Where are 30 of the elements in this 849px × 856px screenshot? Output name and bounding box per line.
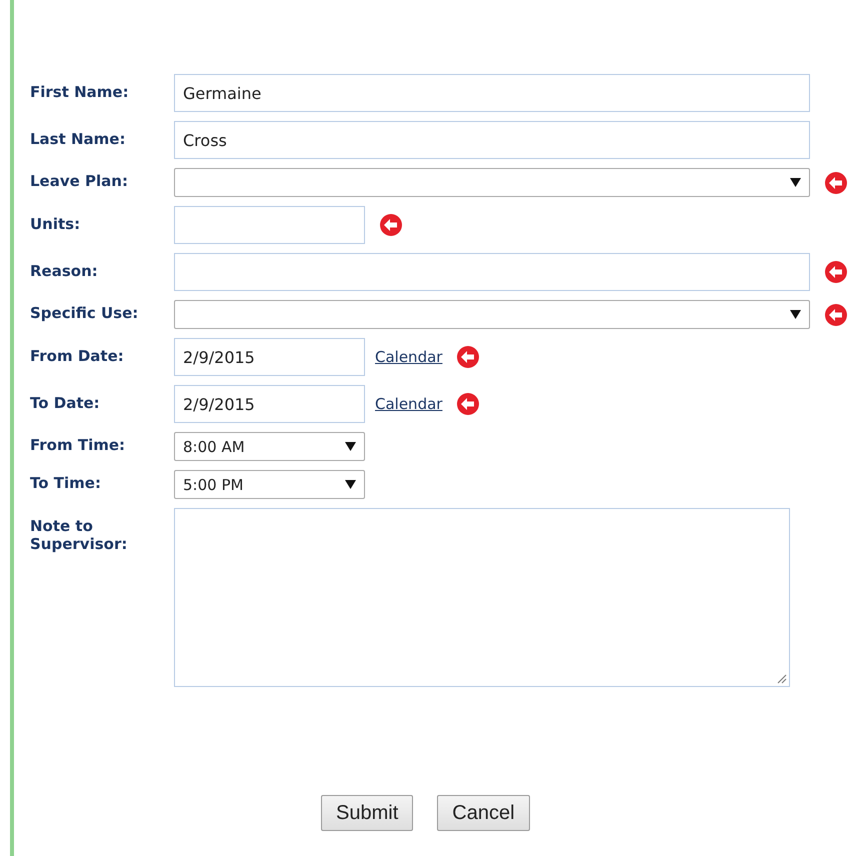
field-label: To Time: bbox=[30, 473, 102, 492]
dropdown[interactable] bbox=[174, 300, 810, 329]
field-label: Last Name: bbox=[30, 129, 126, 148]
form-button[interactable]: Cancel bbox=[437, 795, 530, 831]
text-field[interactable] bbox=[174, 206, 365, 244]
field-label: To Date: bbox=[30, 393, 101, 412]
field-label: Specific Use: bbox=[30, 303, 140, 322]
time-dropdown[interactable]: 5:00 PM bbox=[174, 470, 365, 499]
calendar-link[interactable]: Calendar bbox=[375, 348, 442, 366]
field-label: Reason: bbox=[30, 261, 99, 280]
dropdown-arrow-icon bbox=[790, 310, 801, 319]
dropdown-arrow-icon bbox=[790, 178, 801, 187]
field-label: Units: bbox=[30, 214, 82, 233]
dropdown-arrow-icon bbox=[345, 442, 356, 451]
dropdown-arrow-icon bbox=[345, 480, 356, 489]
resize-grip-icon[interactable] bbox=[775, 672, 787, 684]
calendar-link[interactable]: Calendar bbox=[375, 395, 442, 413]
text-field[interactable]: Germaine bbox=[174, 74, 810, 112]
field-label: First Name: bbox=[30, 82, 130, 101]
form-button[interactable]: Submit bbox=[321, 795, 414, 831]
field-label: From Time: bbox=[30, 435, 126, 454]
field-label: Leave Plan: bbox=[30, 171, 129, 190]
text-field[interactable] bbox=[174, 253, 810, 291]
dropdown[interactable] bbox=[174, 168, 810, 197]
time-dropdown[interactable]: 8:00 AM bbox=[174, 432, 365, 461]
field-label: Note to Supervisor: bbox=[30, 516, 128, 553]
date-field[interactable]: 2/9/2015 bbox=[174, 385, 365, 423]
text-field[interactable]: Cross bbox=[174, 121, 810, 159]
field-label: From Date: bbox=[30, 346, 125, 365]
date-field[interactable]: 2/9/2015 bbox=[174, 338, 365, 376]
